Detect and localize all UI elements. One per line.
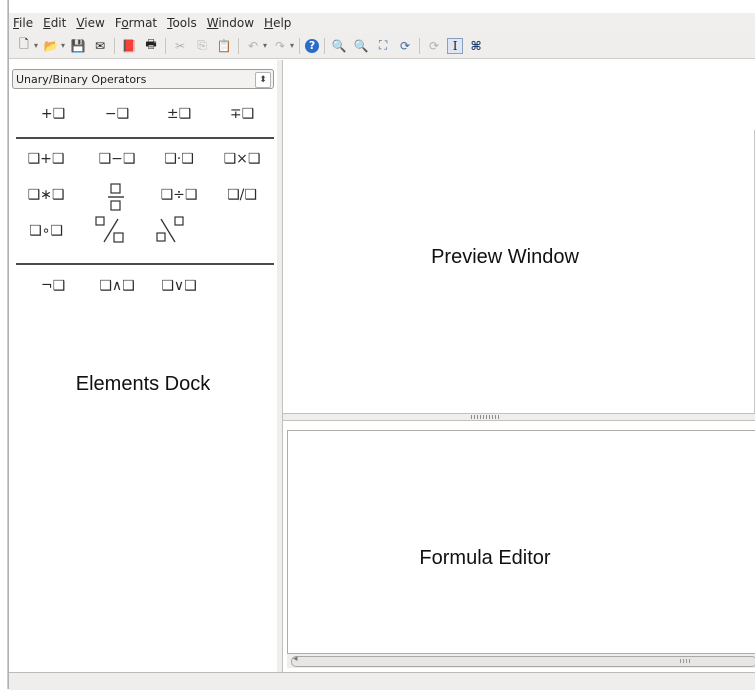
scroll-left-arrow-icon[interactable]: ◂ (293, 654, 298, 664)
undo-icon[interactable]: ↶ (244, 37, 262, 55)
status-bar (9, 672, 755, 690)
minus-plus-element[interactable]: ∓❑ (213, 106, 271, 122)
scrollbar-grip-icon[interactable] (680, 659, 690, 663)
formula-cursor-icon[interactable]: I (447, 37, 464, 54)
menu-tools[interactable]: Tools (163, 16, 203, 30)
scrollbar-track[interactable]: ◂ (291, 654, 755, 667)
undo-dropdown-arrow-icon[interactable]: ▾ (263, 41, 267, 50)
menu-file[interactable]: File (9, 16, 39, 30)
boolean-or-element[interactable]: ❑∨❑ (150, 278, 208, 294)
dock-separator (16, 263, 274, 265)
fraction-element[interactable] (108, 183, 124, 213)
unary-plus-element[interactable]: +❑ (24, 106, 82, 122)
toolbar-separator (238, 37, 240, 54)
update-icon[interactable]: ⟳ (396, 37, 414, 55)
subtraction-element[interactable]: ❑−❑ (88, 151, 146, 167)
window-left-edge (0, 0, 9, 689)
menu-label: dit (50, 16, 67, 30)
new-document-icon[interactable]: 🗋 (15, 37, 33, 55)
open-folder-icon[interactable]: 📂 (42, 37, 60, 55)
redo-icon[interactable]: ↷ (271, 37, 289, 55)
preview-window-label: Preview Window (431, 246, 579, 268)
save-icon[interactable]: 💾 (69, 37, 87, 55)
wide-backslash-element[interactable] (153, 215, 187, 245)
menu-help[interactable]: Help (260, 16, 297, 30)
formula-editor[interactable]: Formula Editor (287, 430, 755, 654)
plus-minus-element[interactable]: ±❑ (150, 106, 208, 122)
toolbar-separator (165, 37, 167, 54)
email-document-icon[interactable]: ✉ (91, 37, 109, 55)
slash-division-element[interactable]: ❑/❑ (213, 187, 271, 203)
libreoffice-math-window: File Edit View Format Tools Window Help … (0, 0, 755, 690)
standard-toolbar: 🗋 ▾ 📂 ▾ 💾 ✉ 📕 🖶 ✂ ⎘ 📋 ↶ ▾ ↷ ▾ ? 🔍 🔍 ⛶ ⟳ … (9, 33, 755, 59)
dot-product-element[interactable]: ❑·❑ (150, 151, 208, 167)
horizontal-splitter[interactable] (283, 413, 755, 421)
operator-row: ❑∘❑ (9, 216, 277, 247)
formula-cursor-icon-disabled[interactable]: ⟳ (425, 37, 443, 55)
paste-icon[interactable]: 📋 (215, 37, 233, 55)
new-dropdown-arrow-icon[interactable]: ▾ (34, 41, 38, 50)
element-category-select[interactable]: Unary/Binary Operators ⬍ (12, 69, 274, 89)
multiplication-element[interactable]: ❑×❑ (213, 151, 271, 167)
splitter-grip-icon[interactable] (471, 415, 499, 419)
menu-view[interactable]: View (72, 16, 110, 30)
spinner-arrows-icon[interactable]: ⬍ (255, 72, 271, 88)
menu-format[interactable]: Format (111, 16, 163, 30)
elements-dock-label: Elements Dock (75, 373, 211, 395)
addition-element[interactable]: ❑+❑ (17, 151, 75, 167)
elements-dock: Unary/Binary Operators ⬍ +❑ −❑ ±❑ ∓❑ ❑+❑… (9, 60, 278, 672)
copy-icon[interactable]: ⎘ (193, 37, 211, 55)
menu-label: elp (273, 16, 292, 30)
zoom-out-icon[interactable]: 🔍 (352, 37, 370, 55)
menu-accel: o (121, 16, 129, 30)
menu-label: ools (172, 16, 197, 30)
boolean-not-element[interactable]: ¬❑ (24, 278, 82, 294)
symbols-icon[interactable]: ⌘ (467, 37, 485, 55)
print-icon[interactable]: 🖶 (142, 37, 160, 55)
toolbar-separator (324, 37, 326, 54)
toolbar-separator (299, 37, 301, 54)
menu-edit[interactable]: Edit (39, 16, 72, 30)
toolbar-separator (419, 37, 421, 54)
division-element[interactable]: ❑÷❑ (150, 187, 208, 203)
menu-label: iew (84, 16, 105, 30)
menu-label: rmat (128, 16, 158, 30)
open-dropdown-arrow-icon[interactable]: ▾ (61, 41, 65, 50)
operator-row: +❑ −❑ ±❑ ∓❑ (9, 106, 277, 130)
help-icon[interactable]: ? (305, 38, 320, 53)
wide-slash-element[interactable] (94, 215, 128, 245)
operator-row: ❑∗❑ ❑÷❑ ❑/❑ (9, 183, 277, 211)
operator-row: ❑+❑ ❑−❑ ❑·❑ ❑×❑ (9, 151, 277, 175)
boolean-and-element[interactable]: ❑∧❑ (88, 278, 146, 294)
preview-window: Preview Window (283, 60, 755, 413)
menu-accel: E (43, 16, 51, 30)
menu-label: ile (19, 16, 34, 30)
concatenation-element[interactable]: ❑∘❑ (17, 223, 75, 239)
menu-accel: W (206, 16, 219, 30)
menu-bar: File Edit View Format Tools Window Help (9, 13, 755, 33)
menu-label: indow (218, 16, 255, 30)
toolbar-separator (114, 37, 116, 54)
show-all-icon[interactable]: ⛶ (374, 37, 392, 55)
asterisk-multiplication-element[interactable]: ❑∗❑ (17, 187, 75, 203)
export-pdf-icon[interactable]: 📕 (120, 37, 138, 55)
unary-minus-element[interactable]: −❑ (88, 106, 146, 122)
formula-editor-label: Formula Editor (419, 547, 551, 569)
operator-row: ¬❑ ❑∧❑ ❑∨❑ (9, 278, 277, 302)
editor-horizontal-scrollbar[interactable]: ◂ (287, 654, 755, 668)
zoom-in-icon[interactable]: 🔍 (330, 37, 348, 55)
dock-separator (16, 137, 274, 139)
category-select-value: Unary/Binary Operators (16, 72, 147, 86)
menu-accel: H (264, 16, 274, 30)
cut-icon[interactable]: ✂ (171, 37, 189, 55)
redo-dropdown-arrow-icon[interactable]: ▾ (290, 41, 294, 50)
menu-window[interactable]: Window (203, 16, 260, 30)
